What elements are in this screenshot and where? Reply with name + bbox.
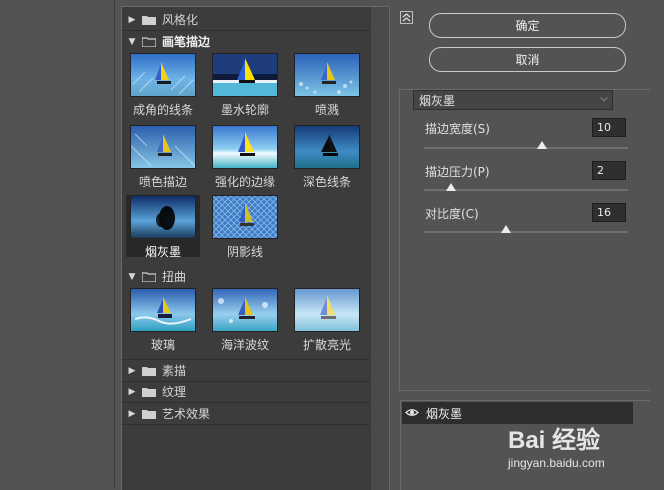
folder-icon — [142, 409, 156, 419]
chevron-down-icon: ⌵ — [600, 93, 608, 104]
filter-thumb-glass[interactable]: 玻璃 — [126, 288, 200, 352]
folder-open-icon — [142, 36, 156, 47]
expand-arrow-icon[interactable]: ▶ — [125, 15, 139, 25]
chevron-up-icon — [402, 13, 411, 22]
effect-layer-name: 烟灰墨 — [426, 406, 463, 421]
thumbnail-image — [130, 288, 196, 332]
thumbnail-image — [212, 195, 278, 239]
category-label: 素描 — [162, 364, 187, 378]
filter-thumb-diffuse-glow[interactable]: 扩散亮光 — [290, 288, 364, 352]
category-texture[interactable]: ▶ 纹理 — [122, 381, 369, 403]
thumbnail-image — [294, 125, 360, 169]
category-label: 纹理 — [162, 385, 187, 399]
folder-open-icon — [142, 271, 156, 282]
stroke-width-label: 描边宽度(S) — [425, 122, 490, 136]
thumbnail-image — [130, 125, 196, 169]
filter-label: 深色线条 — [302, 175, 351, 189]
filter-thumb-sumi-e[interactable]: 烟灰墨 — [126, 195, 200, 259]
filter-label: 玻璃 — [150, 338, 175, 352]
filter-thumb-angled-strokes[interactable]: 成角的线条 — [126, 53, 200, 117]
stroke-width-slider-handle[interactable] — [537, 141, 548, 149]
contrast-slider-track[interactable] — [424, 231, 628, 233]
watermark-url: jingyan.baidu.com — [508, 456, 605, 470]
filter-label: 烟灰墨 — [144, 245, 181, 259]
expand-arrow-icon[interactable]: ▶ — [125, 366, 139, 376]
filter-label: 成角的线条 — [132, 103, 193, 117]
thumbnail-image — [294, 53, 360, 97]
stroke-pressure-input[interactable]: 2 — [592, 161, 626, 180]
stroke-width-input[interactable]: 10 — [592, 118, 626, 137]
gallery-scrollbar[interactable] — [370, 7, 389, 490]
filter-thumb-accented-edges[interactable]: 强化的边缘 — [208, 125, 282, 189]
filter-thumb-ocean-ripple[interactable]: 海洋波纹 — [208, 288, 282, 352]
filter-thumb-sprayed-strokes[interactable]: 喷色描边 — [126, 125, 200, 189]
filter-select[interactable]: 烟灰墨 ⌵ — [413, 90, 613, 110]
filter-select-value: 烟灰墨 — [419, 93, 456, 108]
filter-label: 阴影线 — [226, 245, 263, 259]
contrast-input[interactable]: 16 — [592, 203, 626, 222]
thumbnail-image — [212, 125, 278, 169]
stroke-pressure-label: 描边压力(P) — [425, 165, 490, 179]
filter-thumb-ink-outlines[interactable]: 墨水轮廓 — [208, 53, 282, 117]
category-label: 画笔描边 — [162, 35, 211, 49]
filter-gallery: ▶ 风格化 ▼ 画笔描边 成角的线条 墨水轮廓 喷溅 喷色描边 强化的边缘 深色… — [121, 6, 390, 490]
thumbnail-image — [294, 288, 360, 332]
thumbnail-image — [130, 53, 196, 97]
category-label: 风格化 — [162, 13, 199, 27]
filter-thumb-crosshatch[interactable]: 阴影线 — [208, 195, 282, 259]
stroke-pressure-slider-handle[interactable] — [445, 183, 456, 191]
thumbnail-image — [130, 195, 196, 239]
filter-thumb-dark-strokes[interactable]: 深色线条 — [290, 125, 364, 189]
filter-gallery-list: ▶ 风格化 ▼ 画笔描边 成角的线条 墨水轮廓 喷溅 喷色描边 强化的边缘 深色… — [122, 7, 369, 490]
filter-label: 海洋波纹 — [220, 338, 269, 352]
stroke-width-slider-track[interactable] — [424, 147, 628, 149]
filter-label: 喷色描边 — [138, 175, 187, 189]
cancel-button[interactable]: 取消 — [429, 47, 626, 72]
folder-icon — [142, 15, 156, 25]
category-brush-strokes[interactable]: ▼ 画笔描边 — [122, 31, 369, 52]
category-stylize[interactable]: ▶ 风格化 — [122, 9, 369, 31]
filter-thumb-spatter[interactable]: 喷溅 — [290, 53, 364, 117]
collapse-arrow-icon[interactable]: ▼ — [125, 272, 139, 282]
expand-arrow-icon[interactable]: ▶ — [125, 409, 139, 419]
category-distort[interactable]: ▼ 扭曲 — [122, 266, 369, 287]
preview-pane[interactable] — [0, 0, 115, 489]
filter-label: 强化的边缘 — [214, 175, 275, 189]
collapse-gallery-button[interactable] — [400, 11, 413, 24]
category-label: 扭曲 — [162, 270, 187, 284]
category-label: 艺术效果 — [162, 407, 211, 421]
filter-label: 喷溅 — [314, 103, 339, 117]
folder-icon — [142, 366, 156, 376]
filter-label: 扩散亮光 — [302, 338, 351, 352]
category-artistic[interactable]: ▶ 艺术效果 — [122, 403, 369, 425]
expand-arrow-icon[interactable]: ▶ — [125, 387, 139, 397]
watermark: Bai 经验 jingyan.baidu.com — [508, 420, 658, 480]
watermark-logo: Bai 经验 — [508, 427, 601, 454]
filter-label: 墨水轮廓 — [220, 103, 269, 117]
contrast-slider-handle[interactable] — [500, 225, 511, 233]
thumbnail-image — [212, 53, 278, 97]
contrast-label: 对比度(C) — [425, 207, 479, 221]
folder-icon — [142, 387, 156, 397]
category-sketch[interactable]: ▶ 素描 — [122, 359, 369, 382]
thumbnail-image — [212, 288, 278, 332]
collapse-arrow-icon[interactable]: ▼ — [125, 37, 139, 47]
ok-button[interactable]: 确定 — [429, 13, 626, 38]
eye-icon[interactable] — [402, 406, 422, 420]
